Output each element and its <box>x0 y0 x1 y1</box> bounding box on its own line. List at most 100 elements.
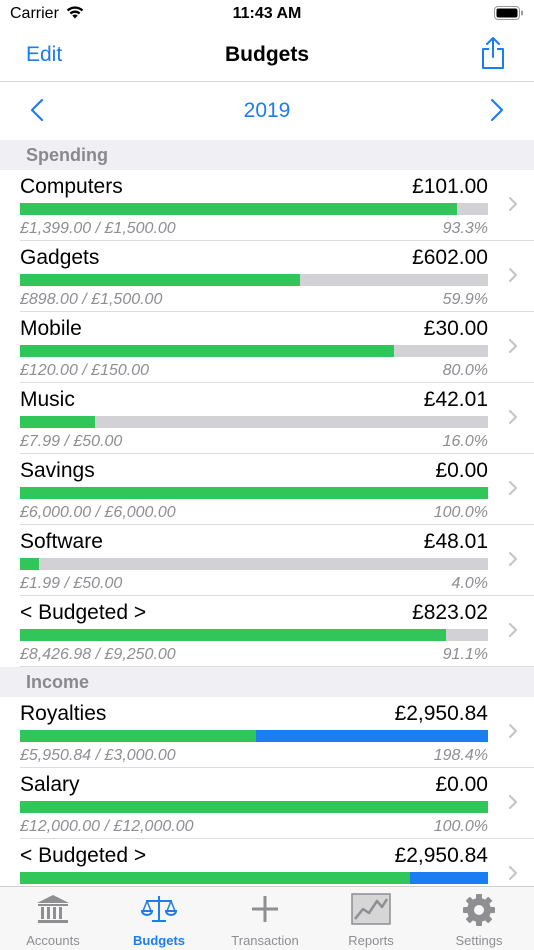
chevron-right-icon <box>508 196 518 217</box>
budget-percent: 100.0% <box>433 818 488 835</box>
chevron-right-icon <box>508 551 518 572</box>
budget-name: Software <box>20 530 103 553</box>
budget-percent: 198.4% <box>433 747 488 764</box>
budget-percent: 80.0% <box>442 362 488 379</box>
budget-spent-of-total: £7.99 / £50.00 <box>20 433 123 450</box>
tab-transaction[interactable]: Transaction <box>212 887 318 950</box>
progress-fill <box>20 274 300 286</box>
budget-spent-of-total: £8,426.98 / £9,250.00 <box>20 646 176 663</box>
progress-fill <box>20 872 410 884</box>
budget-name: Royalties <box>20 702 107 725</box>
plus-icon <box>212 893 318 929</box>
budget-row[interactable]: Mobile £30.00 £120.00 / £150.00 80.0% <box>0 312 534 383</box>
budget-name: Computers <box>20 175 123 198</box>
budget-name: Savings <box>20 459 95 482</box>
budget-remaining: £0.00 <box>435 773 488 796</box>
budget-remaining: £602.00 <box>412 246 488 269</box>
budget-percent: 16.0% <box>442 433 488 450</box>
budget-remaining: £2,950.84 <box>394 844 488 867</box>
progress-bar <box>20 416 488 428</box>
clock: 11:43 AM <box>232 5 302 22</box>
chevron-right-icon <box>508 723 518 744</box>
section-title: Income <box>26 672 90 692</box>
chevron-right-icon <box>508 338 518 359</box>
year-selector: 2019 <box>0 83 534 139</box>
tab-budgets[interactable]: Budgets <box>106 887 212 950</box>
budget-name: Mobile <box>20 317 82 340</box>
budget-remaining: £30.00 <box>423 317 488 340</box>
tab-bar: Accounts Budgets Transaction Reports Set… <box>0 886 534 950</box>
budget-spent-of-total: £6,000.00 / £6,000.00 <box>20 504 176 521</box>
progress-bar <box>20 345 488 357</box>
tab-label: Reports <box>348 933 394 948</box>
budget-spent-of-total: £898.00 / £1,500.00 <box>20 291 163 308</box>
progress-bar <box>20 730 488 742</box>
tab-accounts[interactable]: Accounts <box>0 887 106 950</box>
progress-bar <box>20 487 488 499</box>
bank-icon <box>0 893 106 929</box>
progress-fill <box>20 629 446 641</box>
progress-bar <box>20 629 488 641</box>
progress-fill <box>20 487 488 499</box>
budget-percent: 93.3% <box>442 220 488 237</box>
budget-spent-of-total: £1,399.00 / £1,500.00 <box>20 220 176 237</box>
budget-row[interactable]: Music £42.01 £7.99 / £50.00 16.0% <box>0 383 534 454</box>
progress-bar <box>20 203 488 215</box>
budget-spent-of-total: £1.99 / £50.00 <box>20 575 123 592</box>
budget-remaining: £42.01 <box>423 388 488 411</box>
budget-row[interactable]: Computers £101.00 £1,399.00 / £1,500.00 93.… <box>0 170 534 241</box>
chevron-right-icon <box>508 409 518 430</box>
budget-name: Music <box>20 388 75 411</box>
progress-fill <box>20 801 488 813</box>
budget-remaining: £0.00 <box>435 459 488 482</box>
chevron-right-icon <box>508 267 518 288</box>
budget-row[interactable]: Savings £0.00 £6,000.00 / £6,000.00 100.0% <box>0 454 534 525</box>
budget-percent: 100.0% <box>433 504 488 521</box>
budget-row[interactable]: Software £48.01 £1.99 / £50.00 4.0% <box>0 525 534 596</box>
progress-bar <box>20 801 488 813</box>
progress-fill <box>20 730 256 742</box>
budget-spent-of-total: £12,000.00 / £12,000.00 <box>20 818 194 835</box>
budget-name: Gadgets <box>20 246 100 269</box>
budget-remaining: £2,950.84 <box>394 702 488 725</box>
tab-settings[interactable]: Settings <box>424 887 534 950</box>
tab-label: Settings <box>455 933 503 948</box>
budget-row[interactable]: Royalties £2,950.84 £5,950.84 / £3,000.00 1… <box>0 697 534 768</box>
chevron-right-icon[interactable] <box>490 98 504 127</box>
tab-reports[interactable]: Reports <box>318 887 424 950</box>
budget-percent: 59.9% <box>442 291 488 308</box>
tab-label: Transaction <box>231 933 299 948</box>
navigation-bar: Edit Budgets <box>0 30 534 82</box>
budget-row[interactable]: Gadgets £602.00 £898.00 / £1,500.00 59.9% <box>0 241 534 312</box>
progress-fill <box>20 345 394 357</box>
progress-overflow <box>410 872 488 884</box>
chevron-right-icon <box>508 865 518 886</box>
scales-icon <box>106 893 212 929</box>
budget-spent-of-total: £120.00 / £150.00 <box>20 362 150 379</box>
section-header-income: Income <box>0 667 534 697</box>
chart-icon <box>318 893 424 929</box>
section-title: Spending <box>26 145 108 165</box>
budget-percent: 91.1% <box>442 646 488 663</box>
budget-name: < Budgeted > <box>20 844 147 867</box>
section-header-spending: Spending <box>0 140 534 170</box>
chevron-right-icon <box>508 480 518 501</box>
progress-fill <box>20 558 39 570</box>
tab-label: Accounts <box>26 933 80 948</box>
budget-spent-of-total: £5,950.84 / £3,000.00 <box>20 747 176 764</box>
budget-remaining: £48.01 <box>423 530 488 553</box>
chevron-right-icon <box>508 622 518 643</box>
tab-label: Budgets <box>133 933 185 948</box>
chevron-right-icon <box>508 794 518 815</box>
year-label: 2019 <box>243 99 291 122</box>
budget-row[interactable]: Salary £0.00 £12,000.00 / £12,000.00 100.0% <box>0 768 534 839</box>
budget-row[interactable]: < Budgeted > £823.02 £8,426.98 / £9,250.00… <box>0 596 534 667</box>
progress-bar <box>20 558 488 570</box>
page-title: Budgets <box>225 43 309 66</box>
progress-bar <box>20 274 488 286</box>
budget-remaining: £101.00 <box>412 175 488 198</box>
status-bar: Carrier 11:43 AM <box>0 0 534 30</box>
progress-overflow <box>256 730 488 742</box>
share-icon[interactable] <box>480 36 506 75</box>
budget-name: < Budgeted > <box>20 601 147 624</box>
